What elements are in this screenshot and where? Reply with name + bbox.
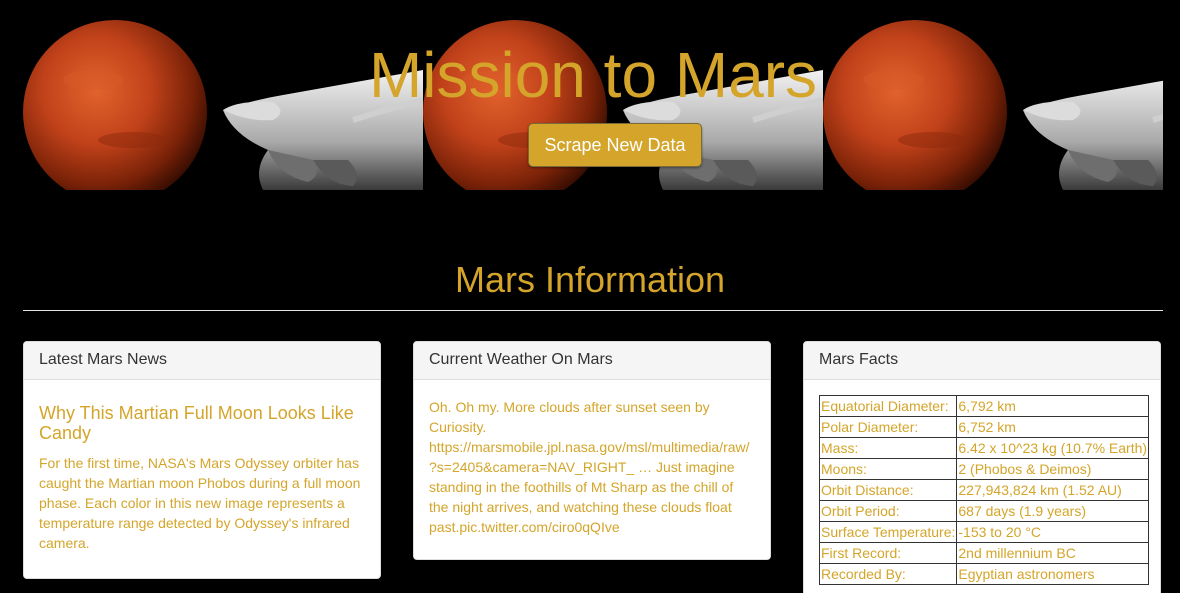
fact-value: 687 days (1.9 years) [956,500,1150,522]
table-row: First Record: 2nd millennium BC [818,542,1150,564]
table-row: Polar Diameter: 6,752 km [818,416,1150,438]
fact-label: Polar Diameter: [818,416,958,438]
page-title: Mission to Mars [368,39,818,111]
page: Mission to Mars Scrape New Data Mars Inf… [0,0,1180,593]
fact-label: Surface Temperature: [818,521,958,543]
news-panel: Latest Mars News Why This Martian Full M… [23,341,381,579]
fact-value: 2 (Phobos & Deimos) [956,458,1150,480]
table-row: Equatorial Diameter: 6,792 km [818,395,1150,417]
fact-label: Moons: [818,458,958,480]
fact-value: 227,943,824 km (1.52 AU) [956,479,1150,501]
fact-value: 6,792 km [956,395,1150,417]
hero-banner: Mission to Mars Scrape New Data [23,0,1163,190]
fact-label: Orbit Period: [818,500,958,522]
table-row: Surface Temperature: -153 to 20 °C [818,521,1150,543]
fact-label: Orbit Distance: [818,479,958,501]
weather-panel-heading: Current Weather On Mars [414,342,770,380]
facts-panel-body: Equatorial Diameter: 6,792 km Polar Diam… [804,380,1160,585]
facts-panel-heading: Mars Facts [804,342,1160,380]
news-body: For the first time, NASA's Mars Odyssey … [39,455,361,551]
facts-table: Equatorial Diameter: 6,792 km Polar Diam… [818,395,1150,585]
table-row: Recorded By: Egyptian astronomers [818,563,1150,585]
weather-text: Oh. Oh my. More clouds after sunset seen… [429,399,750,535]
scrape-new-data-button[interactable]: Scrape New Data [528,123,702,167]
news-panel-body: Why This Martian Full Moon Looks Like Ca… [24,380,380,568]
news-panel-heading: Latest Mars News [24,342,380,380]
table-row: Mass: 6.42 x 10^23 kg (10.7% Earth) [818,437,1150,459]
fact-label: Mass: [818,437,958,459]
fact-value: 2nd millennium BC [956,542,1150,564]
table-row: Moons: 2 (Phobos & Deimos) [818,458,1150,480]
fact-value: 6,752 km [956,416,1150,438]
divider [23,310,1163,311]
weather-panel-body: Oh. Oh my. More clouds after sunset seen… [414,380,770,552]
fact-label: Recorded By: [818,563,958,585]
fact-label: Equatorial Diameter: [818,395,958,417]
fact-value: -153 to 20 °C [956,521,1150,543]
table-row: Orbit Distance: 227,943,824 km (1.52 AU) [818,479,1150,501]
table-row: Orbit Period: 687 days (1.9 years) [818,500,1150,522]
facts-panel: Mars Facts Equatorial Diameter: 6,792 km… [803,341,1161,593]
news-title[interactable]: Why This Martian Full Moon Looks Like Ca… [39,403,365,443]
fact-value: 6.42 x 10^23 kg (10.7% Earth) [956,437,1150,459]
fact-value: Egyptian astronomers [956,563,1150,585]
fact-label: First Record: [818,542,958,564]
weather-panel: Current Weather On Mars Oh. Oh my. More … [413,341,771,560]
section-title: Mars Information [454,259,726,300]
